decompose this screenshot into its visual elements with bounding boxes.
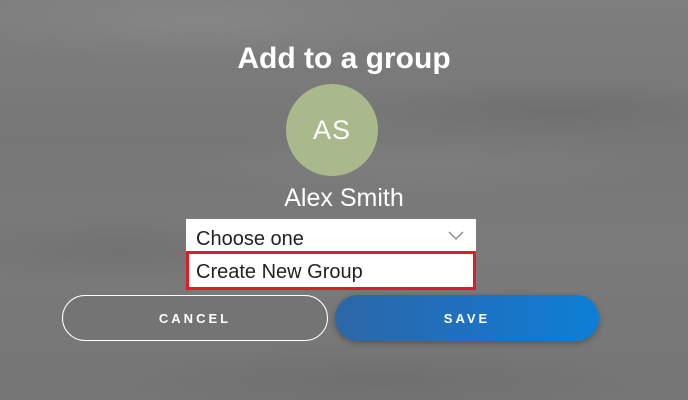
user-name: Alex Smith	[284, 184, 404, 212]
chevron-down-icon[interactable]	[448, 230, 464, 242]
add-to-group-dialog: Add to a group AS Alex Smith Choose one …	[0, 0, 688, 400]
avatar-initials: AS	[312, 114, 352, 145]
avatar: AS	[286, 84, 378, 176]
cancel-button-label: CANCEL	[158, 310, 232, 326]
save-button[interactable]: SAVE	[335, 295, 599, 341]
save-button-label: SAVE	[443, 310, 491, 326]
option-label: Create New Group	[196, 261, 363, 283]
cancel-button[interactable]: CANCEL	[62, 295, 328, 341]
option-create-new-group[interactable]: Create New Group	[186, 251, 476, 290]
group-select[interactable]: Choose one	[186, 219, 476, 251]
dialog-title: Add to a group	[237, 42, 451, 75]
group-select-value: Choose one	[196, 228, 304, 250]
